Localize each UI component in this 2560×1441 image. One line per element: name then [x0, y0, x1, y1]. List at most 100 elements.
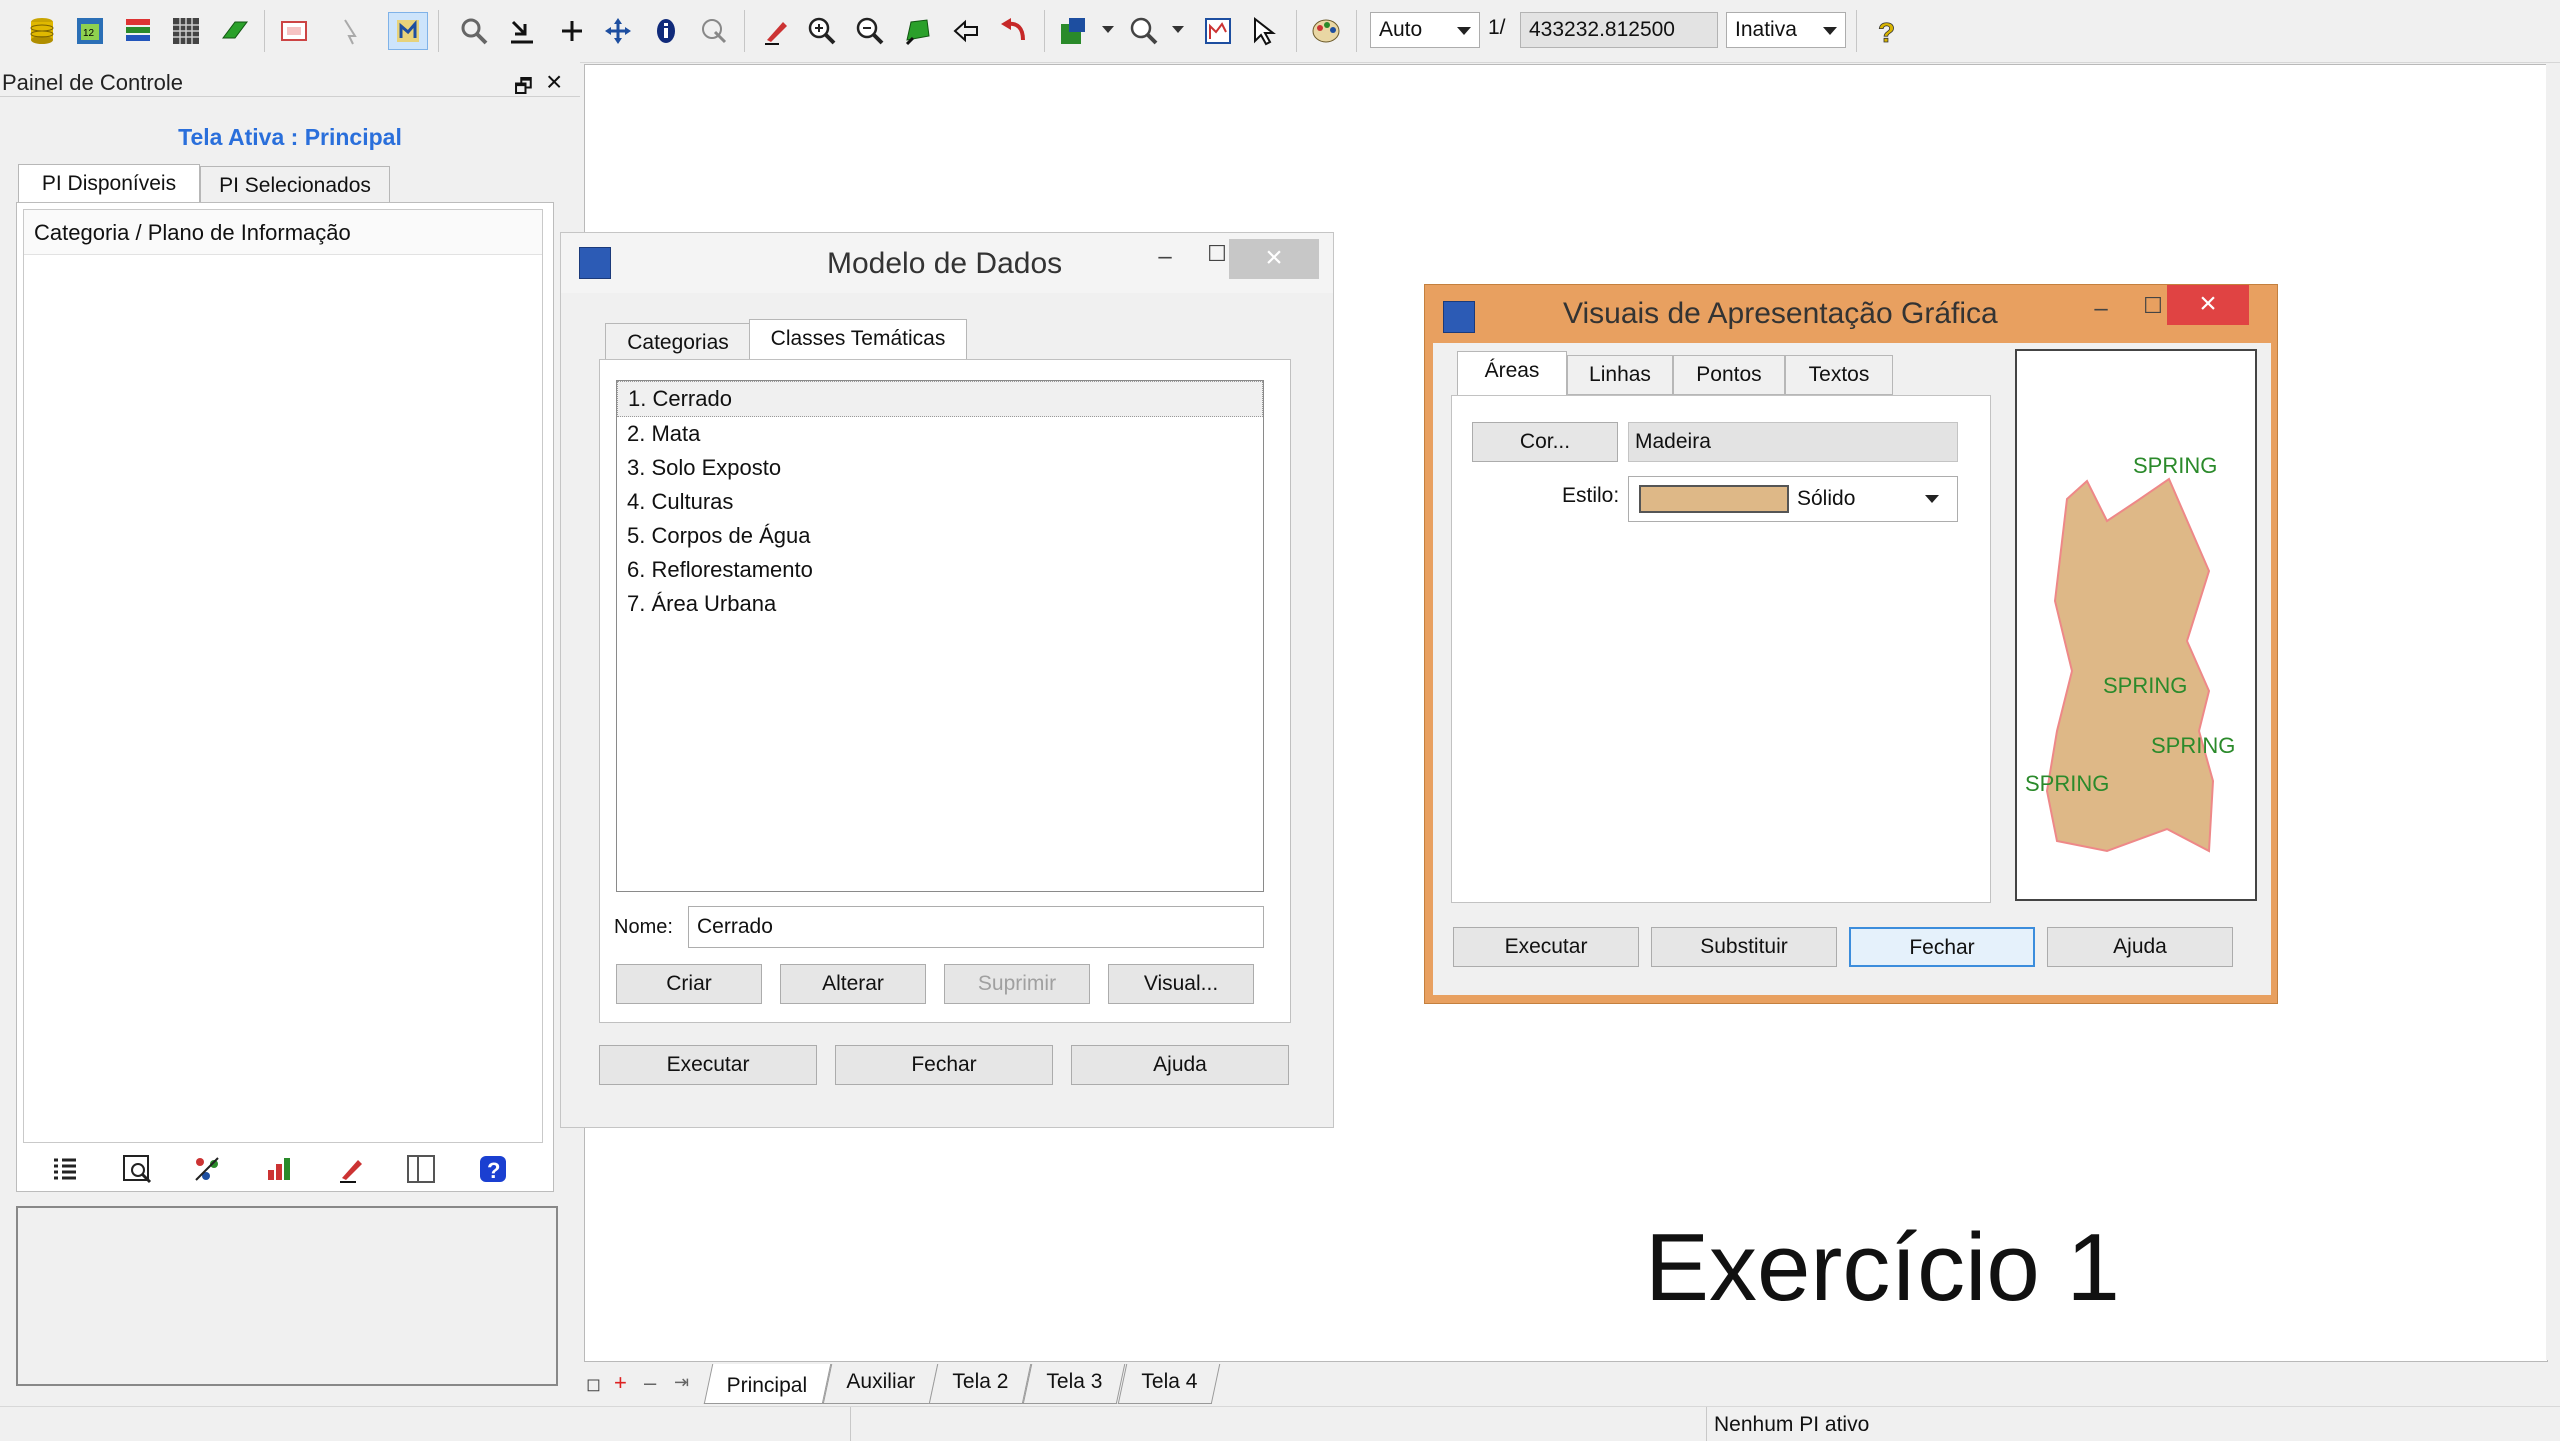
visual-button[interactable]: Visual...	[1108, 964, 1254, 1004]
tab-pontos[interactable]: Pontos	[1673, 355, 1785, 395]
previous-view-icon[interactable]	[946, 12, 986, 50]
chart-icon[interactable]	[262, 1152, 296, 1191]
scale-mode-value: Auto	[1379, 18, 1423, 41]
list-item[interactable]: 1. Cerrado	[617, 381, 1263, 417]
help-icon[interactable]: ?	[476, 1152, 510, 1191]
minimize-icon[interactable]: –	[2081, 295, 2121, 323]
alterar-button[interactable]: Alterar	[780, 964, 926, 1004]
main-toolbar: 12 Auto 1/ 433232.812500 Inativa ?	[0, 0, 2560, 63]
add-point-icon[interactable]	[552, 12, 592, 50]
tab-pi-disponiveis[interactable]: PI Disponíveis	[18, 164, 200, 204]
classify-icon[interactable]	[190, 1152, 224, 1191]
tab-principal[interactable]: Principal	[703, 1364, 831, 1404]
list-item[interactable]: 7. Área Urbana	[617, 587, 1263, 621]
tab-textos[interactable]: Textos	[1785, 355, 1893, 395]
remove-tab-icon[interactable]: –	[644, 1370, 656, 1396]
svg-text:12: 12	[83, 28, 95, 39]
color-table-icon[interactable]	[1054, 12, 1094, 50]
name-label: Nome:	[614, 916, 673, 938]
tab-tela-3[interactable]: Tela 3	[1023, 1364, 1126, 1404]
list-item[interactable]: 2. Mata	[617, 417, 1263, 451]
suprimir-button[interactable]: Suprimir	[944, 964, 1090, 1004]
scale-mode-select[interactable]: Auto	[1370, 12, 1480, 48]
edit-pencil-icon[interactable]	[334, 1152, 368, 1191]
executar-button[interactable]: Executar	[599, 1045, 817, 1085]
map-edit-icon[interactable]	[388, 12, 428, 50]
map-frame-icon[interactable]	[1198, 12, 1238, 50]
tab-auxiliar[interactable]: Auxiliar	[822, 1364, 938, 1404]
panel-layout-icon[interactable]	[404, 1152, 438, 1191]
pointer-disabled-icon[interactable]	[332, 12, 372, 50]
tab-areas[interactable]: Áreas	[1457, 351, 1567, 397]
draw-icon[interactable]	[756, 12, 796, 50]
tab-classes-tematicas[interactable]: Classes Temáticas	[749, 319, 967, 361]
import-icon[interactable]	[502, 12, 542, 50]
add-tab-icon[interactable]: +	[614, 1370, 627, 1396]
zoom-area-icon[interactable]	[898, 12, 938, 50]
tab-linhas[interactable]: Linhas	[1567, 355, 1673, 395]
database-icon[interactable]	[22, 12, 62, 50]
ajuda-button[interactable]: Ajuda	[2047, 927, 2233, 967]
tab-first-icon[interactable]: ◻	[586, 1374, 601, 1395]
criar-button[interactable]: Criar	[616, 964, 762, 1004]
tab-tela-2[interactable]: Tela 2	[929, 1364, 1032, 1404]
close-icon[interactable]: ×	[546, 66, 562, 98]
classes-list[interactable]: 1. Cerrado 2. Mata 3. Solo Exposto 4. Cu…	[616, 380, 1264, 892]
list-item[interactable]: 4. Culturas	[617, 485, 1263, 519]
fechar-button[interactable]: Fechar	[1849, 927, 2035, 967]
close-button[interactable]: ×	[2167, 285, 2249, 325]
pi-tree-panel: Categoria / Plano de Informação	[16, 202, 554, 1192]
svg-text:?: ?	[487, 1158, 500, 1183]
undo-icon[interactable]	[994, 12, 1034, 50]
chevron-down-icon	[1823, 27, 1837, 35]
name-input[interactable]: Cerrado	[688, 906, 1264, 948]
substituir-button[interactable]: Substituir	[1651, 927, 1837, 967]
tab-label: Tela 4	[1140, 1370, 1197, 1393]
layers-icon[interactable]	[118, 12, 158, 50]
project-icon[interactable]: 12	[70, 12, 110, 50]
cor-button[interactable]: Cor...	[1472, 422, 1618, 462]
zoom-in-icon[interactable]	[802, 12, 842, 50]
list-icon[interactable]	[48, 1152, 82, 1191]
info-icon[interactable]	[646, 12, 686, 50]
ajuda-button[interactable]: Ajuda	[1071, 1045, 1289, 1085]
palette-icon[interactable]	[1306, 12, 1346, 50]
pan-icon[interactable]	[598, 12, 638, 50]
window-icon[interactable]	[274, 12, 314, 50]
tab-label: Auxiliar	[845, 1370, 915, 1393]
search-icon[interactable]	[454, 12, 494, 50]
pi-tree[interactable]: Categoria / Plano de Informação	[23, 209, 543, 1143]
minimize-icon[interactable]: –	[1145, 243, 1185, 271]
eraser-icon[interactable]	[214, 12, 254, 50]
tab-pi-selecionados[interactable]: PI Selecionados	[200, 166, 390, 204]
cursor-info-icon[interactable]	[694, 12, 734, 50]
zoom-out-icon[interactable]	[850, 12, 890, 50]
preview-icon[interactable]	[120, 1152, 154, 1191]
zoom-scale-icon[interactable]	[1124, 12, 1164, 50]
tab-label: Principal	[726, 1374, 808, 1397]
estilo-label: Estilo:	[1562, 484, 1620, 507]
tab-list-icon[interactable]: ⇥	[674, 1372, 689, 1393]
status-select[interactable]: Inativa	[1726, 12, 1846, 48]
chevron-down-icon[interactable]	[1172, 26, 1184, 33]
tab-tela-4[interactable]: Tela 4	[1117, 1364, 1220, 1404]
list-item[interactable]: 3. Solo Exposto	[617, 451, 1263, 485]
dialog-title: Modelo de Dados	[827, 247, 1063, 280]
grid-icon[interactable]	[166, 12, 206, 50]
fechar-button[interactable]: Fechar	[835, 1045, 1053, 1085]
list-item[interactable]: 6. Reflorestamento	[617, 553, 1263, 587]
classes-panel: 1. Cerrado 2. Mata 3. Solo Exposto 4. Cu…	[599, 359, 1291, 1023]
list-item[interactable]: 5. Corpos de Água	[617, 519, 1263, 553]
chevron-down-icon	[1925, 495, 1939, 503]
chevron-down-icon	[1457, 27, 1471, 35]
executar-button[interactable]: Executar	[1453, 927, 1639, 967]
scale-input[interactable]: 433232.812500	[1520, 12, 1718, 48]
help-icon[interactable]: ?	[1866, 12, 1906, 50]
float-panel-icon[interactable]: 🗗	[514, 72, 533, 106]
chevron-down-icon[interactable]	[1102, 26, 1114, 33]
close-button[interactable]: ×	[1229, 239, 1319, 279]
color-swatch	[1639, 485, 1789, 513]
select-cursor-icon[interactable]	[1244, 12, 1284, 50]
estilo-select[interactable]: Sólido	[1628, 476, 1958, 522]
tab-categorias[interactable]: Categorias	[605, 323, 751, 361]
